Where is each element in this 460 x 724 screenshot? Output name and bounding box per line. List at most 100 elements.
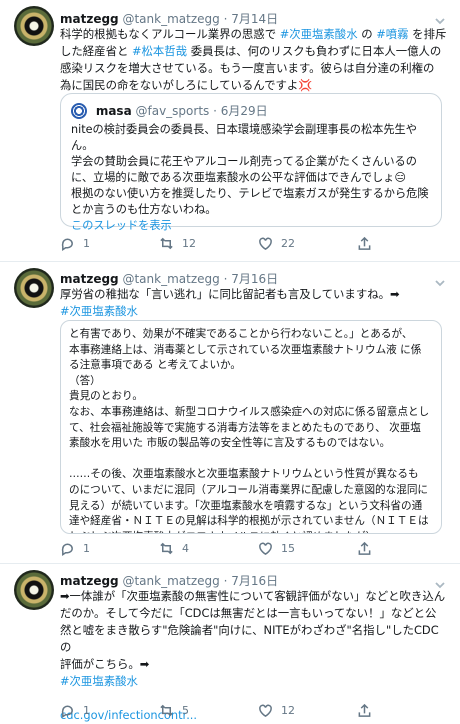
quote-line: ん。 [71,139,94,152]
quote-author-name: masa [95,104,132,118]
reply-button[interactable]: 1 [60,703,90,718]
quoted-tweet[interactable]: masa @fav_sports · 6月29日 niteの検討委員会の委員長、… [60,93,442,232]
retweet-icon [160,542,173,555]
text-run: 評価がこちら。➡ [60,657,150,671]
tweet-line: 科学的根拠もなくアルコール業界の思惑で #次亜塩素酸水 の #噴霧 を排斥 [60,26,450,43]
quote-header: masa @fav_sports · 6月29日 [71,102,268,119]
text-run: した経産省と [60,44,132,58]
image-line: のについて、いまだに混同（アルコール消毒業界に配慮した意図的な混同に [69,483,429,496]
image-line: しぶしぶ次亜塩素酸水がコロナウイルスに効くと認めましたが）。 [69,530,433,533]
reply-icon [61,238,73,251]
tweet-line: ➡一体誰が「次亜塩素酸の無害性について客観評価がない」などと吹き込ん [60,588,450,605]
quote-text: niteの検討委員会の委員長、日本環境感染学会副理事長の松本先生や ん。 学会の… [71,122,431,234]
hashtag-link[interactable]: #次亜塩素酸水 [60,674,138,688]
image-line: （答） [69,374,101,387]
image-line: と有害であり、効果が不確実であることから行わないこと。」とあるが、 [69,328,413,340]
reply-count: 1 [83,704,90,717]
tweet-date[interactable]: · 7月16日 [224,574,279,588]
avatar[interactable] [14,570,54,610]
chevron-down-icon[interactable] [434,274,446,287]
author-handle[interactable]: @tank_matzegg [122,12,219,26]
quote-line: に、立場的に敵である次亜塩素酸水の公平な評価はできんでしょ😑 [71,171,407,184]
like-button[interactable]: 15 [258,541,295,556]
tweet-actions: 1 4 15 [60,541,400,559]
text-run: 為に国民の命をないがしろにしているんですよ💢 [60,78,313,92]
tweet-text: 厚労省の稚拙な「言い逃れ」に同比留記者も言及していますね。➡ #次亜塩素酸水 [60,286,450,320]
hashtag-link[interactable]: #次亜塩素酸水 [280,27,358,41]
like-count: 12 [281,704,295,717]
reply-button[interactable]: 1 [60,236,90,251]
tweet-date[interactable]: · 7月14日 [224,12,279,26]
tweet-line: 為に国民の命をないがしろにしているんですよ💢 [60,77,450,94]
tweet-header: matzegg @tank_matzegg · 7月14日 [60,10,278,27]
avatar[interactable] [14,268,54,308]
share-icon [358,703,371,717]
retweet-count: 5 [182,704,189,717]
image-text: と有害であり、効果が不確実であることから行わないこと。」とあるが、 本事務連絡上は… [61,321,441,533]
image-line [69,452,433,468]
tweet-header: matzegg @tank_matzegg · 7月16日 [60,270,278,287]
tweet-line: 評価がこちら。➡ [60,656,450,673]
like-button[interactable]: 22 [258,236,295,251]
share-button[interactable] [357,703,372,718]
retweet-icon [160,704,173,717]
tweet-text: 科学的根拠もなくアルコール業界の思惑で #次亜塩素酸水 の #噴霧 を排斥 した経… [60,26,450,94]
hashtag-link[interactable]: #松本哲哉 [132,44,187,58]
share-icon [358,541,371,555]
share-button[interactable] [357,541,372,556]
like-button[interactable]: 12 [258,703,295,718]
reply-icon [61,543,73,556]
quote-author-handle: @fav_sports [135,104,210,118]
tweet-1: matzegg @tank_matzegg · 7月14日 科学的根拠もなくアル… [0,0,460,262]
image-line: 本事務連絡上は、消毒薬として示されている次亜塩素酸ナトリウム液 に係 [69,343,422,356]
image-line: なお、本事務連絡は、新型コロナウイルス感染症への対応に係る留意点とし [69,405,430,418]
text-run: 感染リスクを増大させている。もう一度言います。彼らは自分達の利権の [60,61,435,75]
quote-avatar [71,103,87,119]
tweet-actions: 1 12 22 [60,236,400,254]
author-name[interactable]: matzegg [60,574,119,588]
text-run: 厚労省の稚拙な「言い逃れ」に同比留記者も言及していますね。➡ [60,287,400,301]
chevron-down-icon[interactable] [434,576,446,589]
heart-icon [259,704,272,717]
image-line: 貴見のとおり。 [69,390,143,403]
author-name[interactable]: matzegg [60,12,119,26]
text-run: を排斥 [408,27,447,41]
image-line: ……その後、次亜塩素酸水と次亜塩素酸ナトリウムという性質が異なるも [69,468,419,481]
share-button[interactable] [357,236,372,251]
tweet-actions: 1 5 12 [60,703,400,721]
tweet-line: だのか。そして今だに「CDCは無害だとは一言もいってない！」などと公 [60,605,450,622]
image-line: る注意事項である と考えてよいか。 [69,359,242,372]
tweet-header: matzegg @tank_matzegg · 7月16日 [60,572,278,589]
tweet-line: 厚労省の稚拙な「言い逃れ」に同比留記者も言及していますね。➡ [60,286,450,303]
hashtag-link[interactable]: #次亜塩素酸水 [60,304,138,318]
retweet-button[interactable]: 5 [159,703,189,718]
text-run: 委員長は、何のリスクも負わずに日本人一億人の [187,44,442,58]
share-icon [358,236,371,250]
retweet-button[interactable]: 12 [159,236,196,251]
text-run: 科学的根拠もなくアルコール業界の思惑で [60,27,280,41]
attached-image[interactable]: と有害であり、効果が不確実であることから行わないこと。」とあるが、 本事務連絡上は… [60,320,442,534]
text-run: ➡一体誰が「次亜塩素酸の無害性について客観評価がない」などと吹き込ん [60,589,446,603]
show-thread-link[interactable]: このスレッドを表示 [71,218,431,234]
author-handle[interactable]: @tank_matzegg [122,574,219,588]
text-run: だのか。そして今だに「CDCは無害だとは一言もいってない！」などと公 [60,606,437,620]
tweet-line: 然と嘘をまき散らす"危険論者"向けに、NITEがわざわざ"名指し"したCDCの [60,622,450,656]
text-run: 然と嘘をまき散らす"危険論者"向けに、NITEがわざわざ"名指し"したCDCの [60,623,439,654]
retweet-button[interactable]: 4 [159,541,189,556]
retweet-count: 12 [182,237,196,250]
avatar[interactable] [14,6,54,46]
text-run: の [357,27,377,41]
author-name[interactable]: matzegg [60,272,119,286]
reply-count: 1 [83,542,90,555]
image-line: 見える）が続いています。「次亜塩素酸水を噴霧するな」という文科省の通 [69,499,423,512]
reply-icon [61,705,73,718]
reply-button[interactable]: 1 [60,541,90,556]
like-count: 15 [281,542,295,555]
author-handle[interactable]: @tank_matzegg [122,272,219,286]
image-line: て、社会福祉施設等で実施する消毒方法等をまとめたものであり、 次亜塩 [69,421,421,434]
tweet-date[interactable]: · 7月16日 [224,272,279,286]
chevron-down-icon[interactable] [434,12,446,25]
tweet-line: #次亜塩素酸水 [60,673,450,690]
hashtag-link[interactable]: #噴霧 [376,27,408,41]
tweet-line: #次亜塩素酸水 [60,303,450,320]
